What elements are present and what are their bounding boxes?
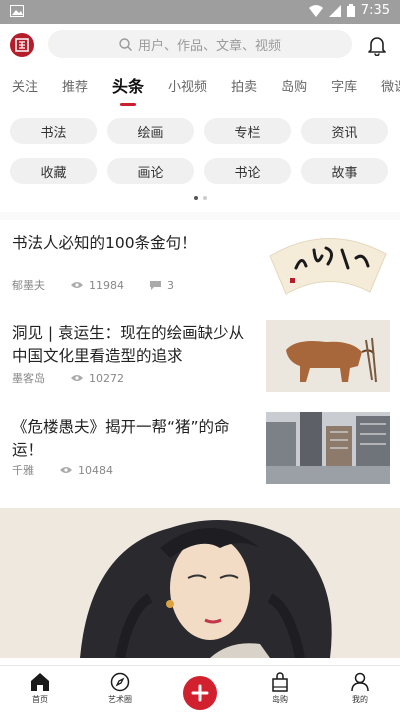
article-item[interactable]: 《危楼愚夫》揭开一帮“猪”的命运！ 千雅 10484 [12,402,390,492]
chip-column[interactable]: 专栏 [204,118,291,144]
article-thumbnail-city-painting [266,412,390,484]
search-input[interactable]: 用户、作品、文章、视频 [48,30,352,58]
article-author: 墨客岛 [12,372,45,385]
article-title: 书法人必知的100条金句！ [12,234,197,252]
page-dot-active [193,196,198,200]
article-author: 郁墨夫 [12,279,45,292]
article-thumbnail-bull-painting [266,320,390,392]
nav-art-circle[interactable]: 艺术圈 [80,666,160,712]
tab-headline[interactable]: 头条 [100,73,156,106]
article-title: 《危楼愚夫》揭开一帮“猪”的命运！ [12,418,230,459]
bottom-navigation: 首页 艺术圈 岛购 我的 [0,665,400,712]
image-notification-icon [10,5,24,17]
eye-icon [71,375,83,381]
article-meta: 郁墨夫 11984 3 [12,277,174,293]
bell-icon[interactable] [366,34,388,56]
tab-recommend[interactable]: 推荐 [50,76,100,95]
article-thumbnail-fan-calligraphy [266,228,390,300]
article-comments: 3 [167,278,174,292]
chip-painting-theory[interactable]: 画论 [107,158,194,184]
compass-icon [110,672,130,692]
article-item[interactable]: 书法人必知的100条金句！ 郁墨夫 11984 3 [12,222,390,302]
search-placeholder: 用户、作品、文章、视频 [137,38,281,54]
article-meta: 墨客岛 10272 [12,370,124,386]
top-bar: 用户、作品、文章、视频 [0,24,400,68]
category-tabs: 关注 推荐 头条 小视频 拍卖 岛购 字库 微课 [0,68,400,106]
plus-icon [191,684,209,702]
nav-label: 岛购 [272,695,288,704]
featured-painting-banner[interactable] [0,508,400,658]
eye-icon [60,467,72,473]
nav-profile[interactable]: 我的 [320,666,400,712]
tab-island-shop[interactable]: 岛购 [269,76,319,95]
battery-icon [346,4,355,17]
category-chips: 书法 绘画 专栏 资讯 收藏 画论 书论 故事 [10,118,390,184]
article-title: 洞见 | 袁运生：现在的绘画缺少从中国文化里看造型的追求 [12,324,245,365]
section-divider [0,212,400,220]
page-dot [202,196,207,200]
nav-home[interactable]: 首页 [0,666,80,712]
nav-label: 艺术圈 [108,695,132,704]
article-views: 10484 [78,463,113,477]
tab-micro-course[interactable]: 微课 [369,76,400,95]
shopping-bag-icon [272,672,288,692]
article-meta: 千雅 10484 [12,462,113,478]
home-icon [31,673,49,691]
article-views: 10272 [89,371,124,385]
signal-icon [328,4,341,17]
status-time: 7:35 [360,3,390,18]
wifi-icon [308,4,323,17]
nav-label: 我的 [352,695,368,704]
chip-story[interactable]: 故事 [301,158,388,184]
search-icon [119,37,132,51]
publish-button[interactable] [183,676,217,710]
user-icon [351,672,369,692]
logo-seal-icon [15,38,29,52]
status-bar: 7:35 [0,0,400,24]
eye-icon [71,282,83,288]
article-author: 千雅 [12,464,34,477]
article-views: 11984 [89,278,124,292]
nav-island-shop[interactable]: 岛购 [240,666,320,712]
app-logo[interactable] [10,33,34,57]
chip-page-indicator [0,196,400,200]
tab-follow[interactable]: 关注 [0,76,50,95]
chip-calligraphy-theory[interactable]: 书论 [204,158,291,184]
article-item[interactable]: 洞见 | 袁运生：现在的绘画缺少从中国文化里看造型的追求 墨客岛 10272 [12,312,390,396]
nav-publish[interactable] [160,666,240,712]
chip-collection[interactable]: 收藏 [10,158,97,184]
chip-calligraphy[interactable]: 书法 [10,118,97,144]
nav-label: 首页 [32,695,48,704]
tab-auction[interactable]: 拍卖 [219,76,269,95]
chip-painting[interactable]: 绘画 [107,118,194,144]
comment-icon [150,280,161,290]
tab-font-library[interactable]: 字库 [319,76,369,95]
chip-news[interactable]: 资讯 [301,118,388,144]
tab-short-video[interactable]: 小视频 [156,76,219,95]
